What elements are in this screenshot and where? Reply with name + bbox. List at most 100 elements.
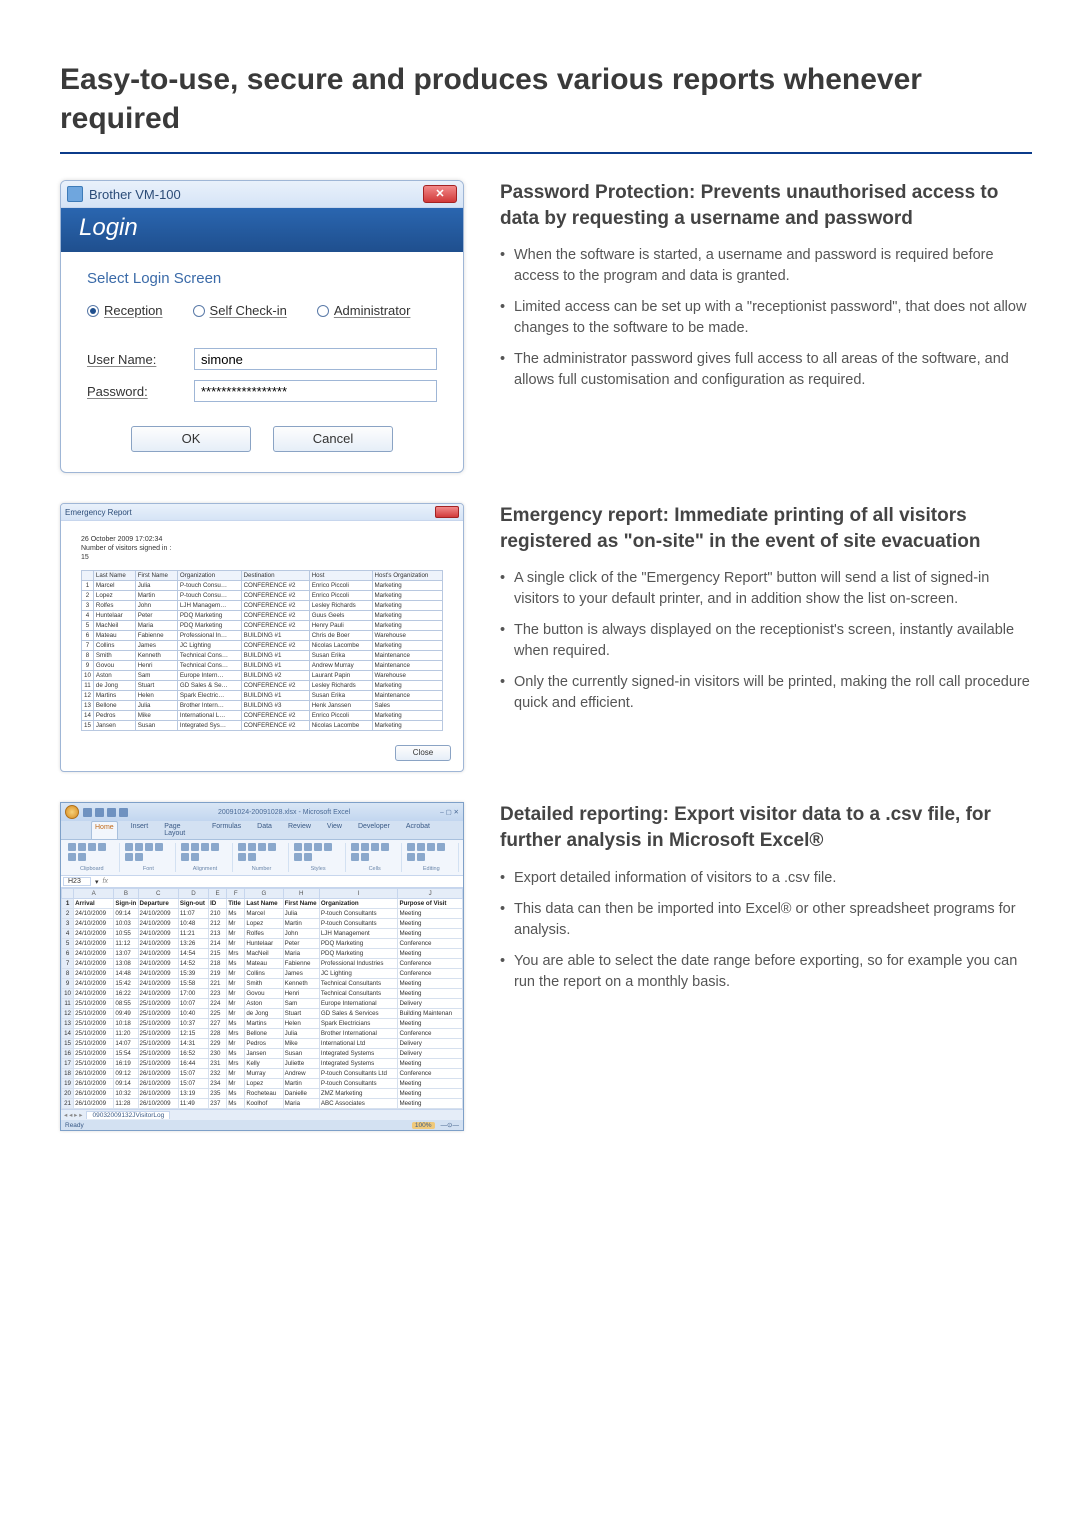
table-row[interactable]: 924/10/200915:4224/10/200915:58221MrSmit… <box>62 979 463 989</box>
ribbon-tab[interactable]: Developer <box>355 821 393 839</box>
table-cell[interactable]: 25/10/2009 <box>138 1009 178 1019</box>
row-header[interactable]: 1 <box>62 899 74 909</box>
table-cell[interactable]: 14:54 <box>178 949 208 959</box>
table-cell[interactable]: Stuart <box>283 1009 319 1019</box>
col-header[interactable]: G <box>245 889 283 899</box>
table-cell[interactable]: 25/10/2009 <box>74 1029 114 1039</box>
table-cell[interactable]: Delivery <box>398 999 463 1009</box>
col-header[interactable] <box>62 889 74 899</box>
table-cell[interactable]: 26/10/2009 <box>138 1099 178 1109</box>
table-cell[interactable]: 214 <box>209 939 227 949</box>
table-row[interactable]: 224/10/200909:1424/10/200911:07210MsMarc… <box>62 909 463 919</box>
table-cell[interactable]: 24/10/2009 <box>74 939 114 949</box>
ribbon-icon[interactable] <box>417 853 425 861</box>
ribbon-icon[interactable] <box>145 843 153 851</box>
table-cell[interactable]: Conference <box>398 1069 463 1079</box>
ribbon-group[interactable]: Alignment <box>178 843 233 872</box>
ribbon-tab[interactable]: Page Layout <box>161 821 199 839</box>
table-cell[interactable]: Delivery <box>398 1049 463 1059</box>
col-header[interactable]: B <box>114 889 138 899</box>
sheet-tab[interactable]: 09032009132JVisitorLog <box>86 1111 170 1119</box>
table-cell[interactable]: 24/10/2009 <box>74 979 114 989</box>
ribbon-group[interactable]: Clipboard <box>65 843 120 872</box>
table-cell[interactable]: 14:31 <box>178 1039 208 1049</box>
table-cell[interactable]: Ms <box>227 909 245 919</box>
table-row[interactable]: 1225/10/200909:4925/10/200910:40225Mrde … <box>62 1009 463 1019</box>
table-row[interactable]: 1926/10/200909:1426/10/200915:07234MrLop… <box>62 1079 463 1089</box>
table-cell[interactable]: 24/10/2009 <box>138 909 178 919</box>
table-cell[interactable]: 14:52 <box>178 959 208 969</box>
table-cell[interactable]: 25/10/2009 <box>74 1049 114 1059</box>
row-header[interactable]: 21 <box>62 1099 74 1109</box>
table-cell[interactable]: 16:19 <box>114 1059 138 1069</box>
ribbon-icon[interactable] <box>98 843 106 851</box>
table-cell[interactable]: Building Maintenan <box>398 1009 463 1019</box>
ribbon-icon[interactable] <box>125 843 133 851</box>
ribbon-icon[interactable] <box>324 843 332 851</box>
ribbon-icon[interactable] <box>68 843 76 851</box>
table-cell[interactable]: 24/10/2009 <box>138 949 178 959</box>
ribbon-icon[interactable] <box>181 843 189 851</box>
table-cell[interactable]: 10:18 <box>114 1019 138 1029</box>
ribbon-icon[interactable] <box>268 843 276 851</box>
table-cell[interactable]: Europe International <box>319 999 398 1009</box>
table-cell[interactable]: Mr <box>227 939 245 949</box>
ribbon-icon[interactable] <box>381 843 389 851</box>
table-cell[interactable]: Ms <box>227 959 245 969</box>
table-row[interactable]: 624/10/200913:0724/10/200914:54215MrsMac… <box>62 949 463 959</box>
table-cell[interactable]: Meeting <box>398 949 463 959</box>
fx-icon[interactable]: fx <box>103 878 108 885</box>
table-cell[interactable]: Meeting <box>398 919 463 929</box>
table-cell[interactable]: 25/10/2009 <box>138 1019 178 1029</box>
table-cell[interactable]: 15:54 <box>114 1049 138 1059</box>
table-cell[interactable]: Henri <box>283 989 319 999</box>
table-cell[interactable]: Integrated Systems <box>319 1059 398 1069</box>
table-cell[interactable]: Sam <box>283 999 319 1009</box>
table-cell[interactable]: 24/10/2009 <box>74 969 114 979</box>
table-cell[interactable]: Mr <box>227 989 245 999</box>
table-row[interactable]: 1024/10/200916:2224/10/200917:00223MrGov… <box>62 989 463 999</box>
table-cell[interactable]: Bellone <box>245 1029 283 1039</box>
table-cell[interactable]: Mr <box>227 999 245 1009</box>
row-header[interactable]: 9 <box>62 979 74 989</box>
table-cell[interactable]: 212 <box>209 919 227 929</box>
table-row[interactable]: 2026/10/200910:3226/10/200913:19235MsRoc… <box>62 1089 463 1099</box>
table-cell[interactable]: 231 <box>209 1059 227 1069</box>
table-cell[interactable]: Smith <box>245 979 283 989</box>
table-cell[interactable]: Meeting <box>398 1099 463 1109</box>
table-cell[interactable]: 24/10/2009 <box>138 969 178 979</box>
table-cell[interactable]: Juliette <box>283 1059 319 1069</box>
table-cell[interactable]: Integrated Systems <box>319 1049 398 1059</box>
ribbon-icon[interactable] <box>211 843 219 851</box>
table-cell[interactable]: First Name <box>283 899 319 909</box>
ribbon-tab[interactable]: Data <box>254 821 275 839</box>
table-cell[interactable]: LJH Management <box>319 929 398 939</box>
table-cell[interactable]: 09:49 <box>114 1009 138 1019</box>
col-header[interactable]: C <box>138 889 178 899</box>
table-cell[interactable]: Conference <box>398 939 463 949</box>
office-orb-icon[interactable] <box>65 805 79 819</box>
table-cell[interactable]: 25/10/2009 <box>74 1009 114 1019</box>
ribbon-icon[interactable] <box>191 843 199 851</box>
table-cell[interactable]: 232 <box>209 1069 227 1079</box>
table-row[interactable]: 1ArrivalSign-inDepartureSign-outIDTitleL… <box>62 899 463 909</box>
table-cell[interactable]: 234 <box>209 1079 227 1089</box>
table-cell[interactable]: 24/10/2009 <box>74 949 114 959</box>
col-header[interactable]: E <box>209 889 227 899</box>
table-cell[interactable]: Mr <box>227 969 245 979</box>
table-cell[interactable]: Rolfes <box>245 929 283 939</box>
table-cell[interactable]: PDQ Marketing <box>319 949 398 959</box>
username-input[interactable] <box>194 348 437 370</box>
table-cell[interactable]: Mr <box>227 1009 245 1019</box>
radio-self-checkin[interactable]: Self Check-in <box>193 303 287 318</box>
table-cell[interactable]: Mr <box>227 919 245 929</box>
table-cell[interactable]: Pedros <box>245 1039 283 1049</box>
row-header[interactable]: 6 <box>62 949 74 959</box>
table-cell[interactable]: 223 <box>209 989 227 999</box>
table-cell[interactable]: 11:28 <box>114 1099 138 1109</box>
table-cell[interactable]: Aston <box>245 999 283 1009</box>
col-header[interactable]: A <box>74 889 114 899</box>
table-cell[interactable]: 13:07 <box>114 949 138 959</box>
table-cell[interactable]: Ms <box>227 1019 245 1029</box>
ribbon-icon[interactable] <box>407 843 415 851</box>
